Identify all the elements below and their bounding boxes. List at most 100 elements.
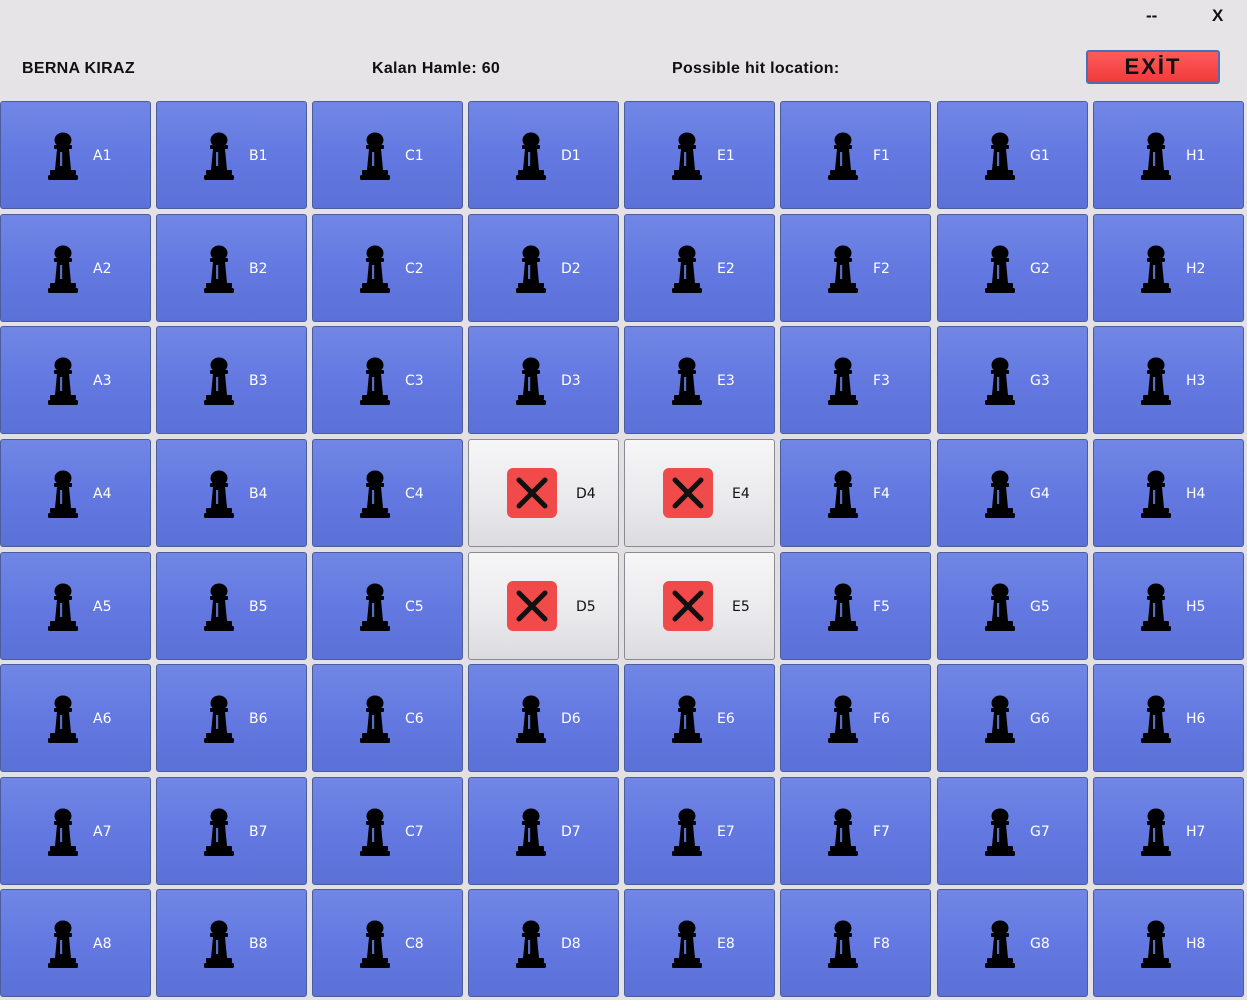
board-cell-h4[interactable]: H4	[1093, 439, 1244, 547]
board-cell-d1[interactable]: D1	[468, 101, 619, 209]
cell-label: B1	[249, 148, 268, 164]
pawn-icon	[203, 132, 237, 182]
board-cell-g2[interactable]: G2	[937, 214, 1088, 322]
board-cell-h2[interactable]: H2	[1093, 214, 1244, 322]
board-cell-g5[interactable]: G5	[937, 552, 1088, 660]
board-cell-d8[interactable]: D8	[468, 889, 619, 997]
board-cell-c4[interactable]: C4	[312, 439, 463, 547]
board-cell-a7[interactable]: A7	[0, 777, 151, 885]
pawn-icon	[1140, 357, 1174, 407]
board-cell-e7[interactable]: E7	[624, 777, 775, 885]
board-cell-d7[interactable]: D7	[468, 777, 619, 885]
board-cell-b8[interactable]: B8	[156, 889, 307, 997]
moves-left: Kalan Hamle: 60	[372, 60, 501, 77]
board-cell-f8[interactable]: F8	[780, 889, 931, 997]
board-cell-b1[interactable]: B1	[156, 101, 307, 209]
board-cell-e5[interactable]: E5	[624, 552, 775, 660]
cell-label: D3	[561, 373, 581, 389]
board-cell-e8[interactable]: E8	[624, 889, 775, 997]
board-cell-g8[interactable]: G8	[937, 889, 1088, 997]
board-cell-c3[interactable]: C3	[312, 326, 463, 434]
pawn-icon	[1140, 920, 1174, 970]
board-cell-f5[interactable]: F5	[780, 552, 931, 660]
board-cell-g6[interactable]: G6	[937, 664, 1088, 772]
board-cell-b4[interactable]: B4	[156, 439, 307, 547]
board-cell-e6[interactable]: E6	[624, 664, 775, 772]
board-cell-f3[interactable]: F3	[780, 326, 931, 434]
game-board: A1 B1 C1 D1 E1 F1 G1 H1 A2 B2 C2 D2 E2 F2 G2 H2 A3 B3 C3 D3…	[0, 101, 1247, 1000]
cell-label: A7	[93, 824, 112, 840]
board-cell-g4[interactable]: G4	[937, 439, 1088, 547]
pawn-icon	[515, 695, 549, 745]
board-cell-h1[interactable]: H1	[1093, 101, 1244, 209]
cell-label: H3	[1186, 373, 1206, 389]
pawn-icon	[47, 132, 81, 182]
board-cell-c1[interactable]: C1	[312, 101, 463, 209]
pawn-icon	[203, 357, 237, 407]
pawn-icon	[203, 695, 237, 745]
board-cell-e3[interactable]: E3	[624, 326, 775, 434]
board-cell-a4[interactable]: A4	[0, 439, 151, 547]
board-cell-h7[interactable]: H7	[1093, 777, 1244, 885]
board-cell-a5[interactable]: A5	[0, 552, 151, 660]
board-cell-h5[interactable]: H5	[1093, 552, 1244, 660]
cell-label: E7	[717, 824, 735, 840]
board-cell-g1[interactable]: G1	[937, 101, 1088, 209]
board-cell-c7[interactable]: C7	[312, 777, 463, 885]
board-cell-e2[interactable]: E2	[624, 214, 775, 322]
board-cell-b3[interactable]: B3	[156, 326, 307, 434]
board-cell-h3[interactable]: H3	[1093, 326, 1244, 434]
board-cell-d2[interactable]: D2	[468, 214, 619, 322]
board-cell-e4[interactable]: E4	[624, 439, 775, 547]
board-cell-f2[interactable]: F2	[780, 214, 931, 322]
board-cell-c2[interactable]: C2	[312, 214, 463, 322]
cell-label: C4	[405, 486, 424, 502]
pawn-icon	[671, 808, 705, 858]
board-cell-a1[interactable]: A1	[0, 101, 151, 209]
board-cell-h6[interactable]: H6	[1093, 664, 1244, 772]
board-cell-d6[interactable]: D6	[468, 664, 619, 772]
board-cell-a6[interactable]: A6	[0, 664, 151, 772]
board-cell-h8[interactable]: H8	[1093, 889, 1244, 997]
board-cell-b5[interactable]: B5	[156, 552, 307, 660]
board-cell-b6[interactable]: B6	[156, 664, 307, 772]
cell-label: A4	[93, 486, 112, 502]
board-cell-d5[interactable]: D5	[468, 552, 619, 660]
close-button[interactable]: X	[1212, 6, 1223, 26]
board-cell-b7[interactable]: B7	[156, 777, 307, 885]
board-cell-g7[interactable]: G7	[937, 777, 1088, 885]
board-cell-a8[interactable]: A8	[0, 889, 151, 997]
cell-label: A3	[93, 373, 112, 389]
cell-label: B8	[249, 936, 268, 952]
board-cell-f1[interactable]: F1	[780, 101, 931, 209]
board-cell-d4[interactable]: D4	[468, 439, 619, 547]
board-cell-b2[interactable]: B2	[156, 214, 307, 322]
pawn-icon	[47, 920, 81, 970]
board-cell-c6[interactable]: C6	[312, 664, 463, 772]
pawn-icon	[203, 920, 237, 970]
x-mark-icon	[506, 467, 558, 519]
board-cell-a3[interactable]: A3	[0, 326, 151, 434]
cell-label: B6	[249, 711, 268, 727]
board-cell-d3[interactable]: D3	[468, 326, 619, 434]
pawn-icon	[671, 695, 705, 745]
cell-label: C5	[405, 599, 424, 615]
board-cell-c8[interactable]: C8	[312, 889, 463, 997]
board-cell-g3[interactable]: G3	[937, 326, 1088, 434]
cell-label: C2	[405, 261, 424, 277]
board-cell-f6[interactable]: F6	[780, 664, 931, 772]
cell-label: G3	[1030, 373, 1050, 389]
pawn-icon	[47, 808, 81, 858]
board-cell-e1[interactable]: E1	[624, 101, 775, 209]
cell-label: F8	[873, 936, 890, 952]
hit-location-label: Possible hit location:	[672, 60, 840, 77]
board-cell-f7[interactable]: F7	[780, 777, 931, 885]
exit-button[interactable]: EXİT	[1086, 50, 1220, 84]
pawn-icon	[984, 470, 1018, 520]
board-cell-c5[interactable]: C5	[312, 552, 463, 660]
x-mark-icon	[662, 580, 714, 632]
cell-label: G6	[1030, 711, 1050, 727]
minimize-button[interactable]: --	[1146, 6, 1157, 26]
board-cell-f4[interactable]: F4	[780, 439, 931, 547]
board-cell-a2[interactable]: A2	[0, 214, 151, 322]
